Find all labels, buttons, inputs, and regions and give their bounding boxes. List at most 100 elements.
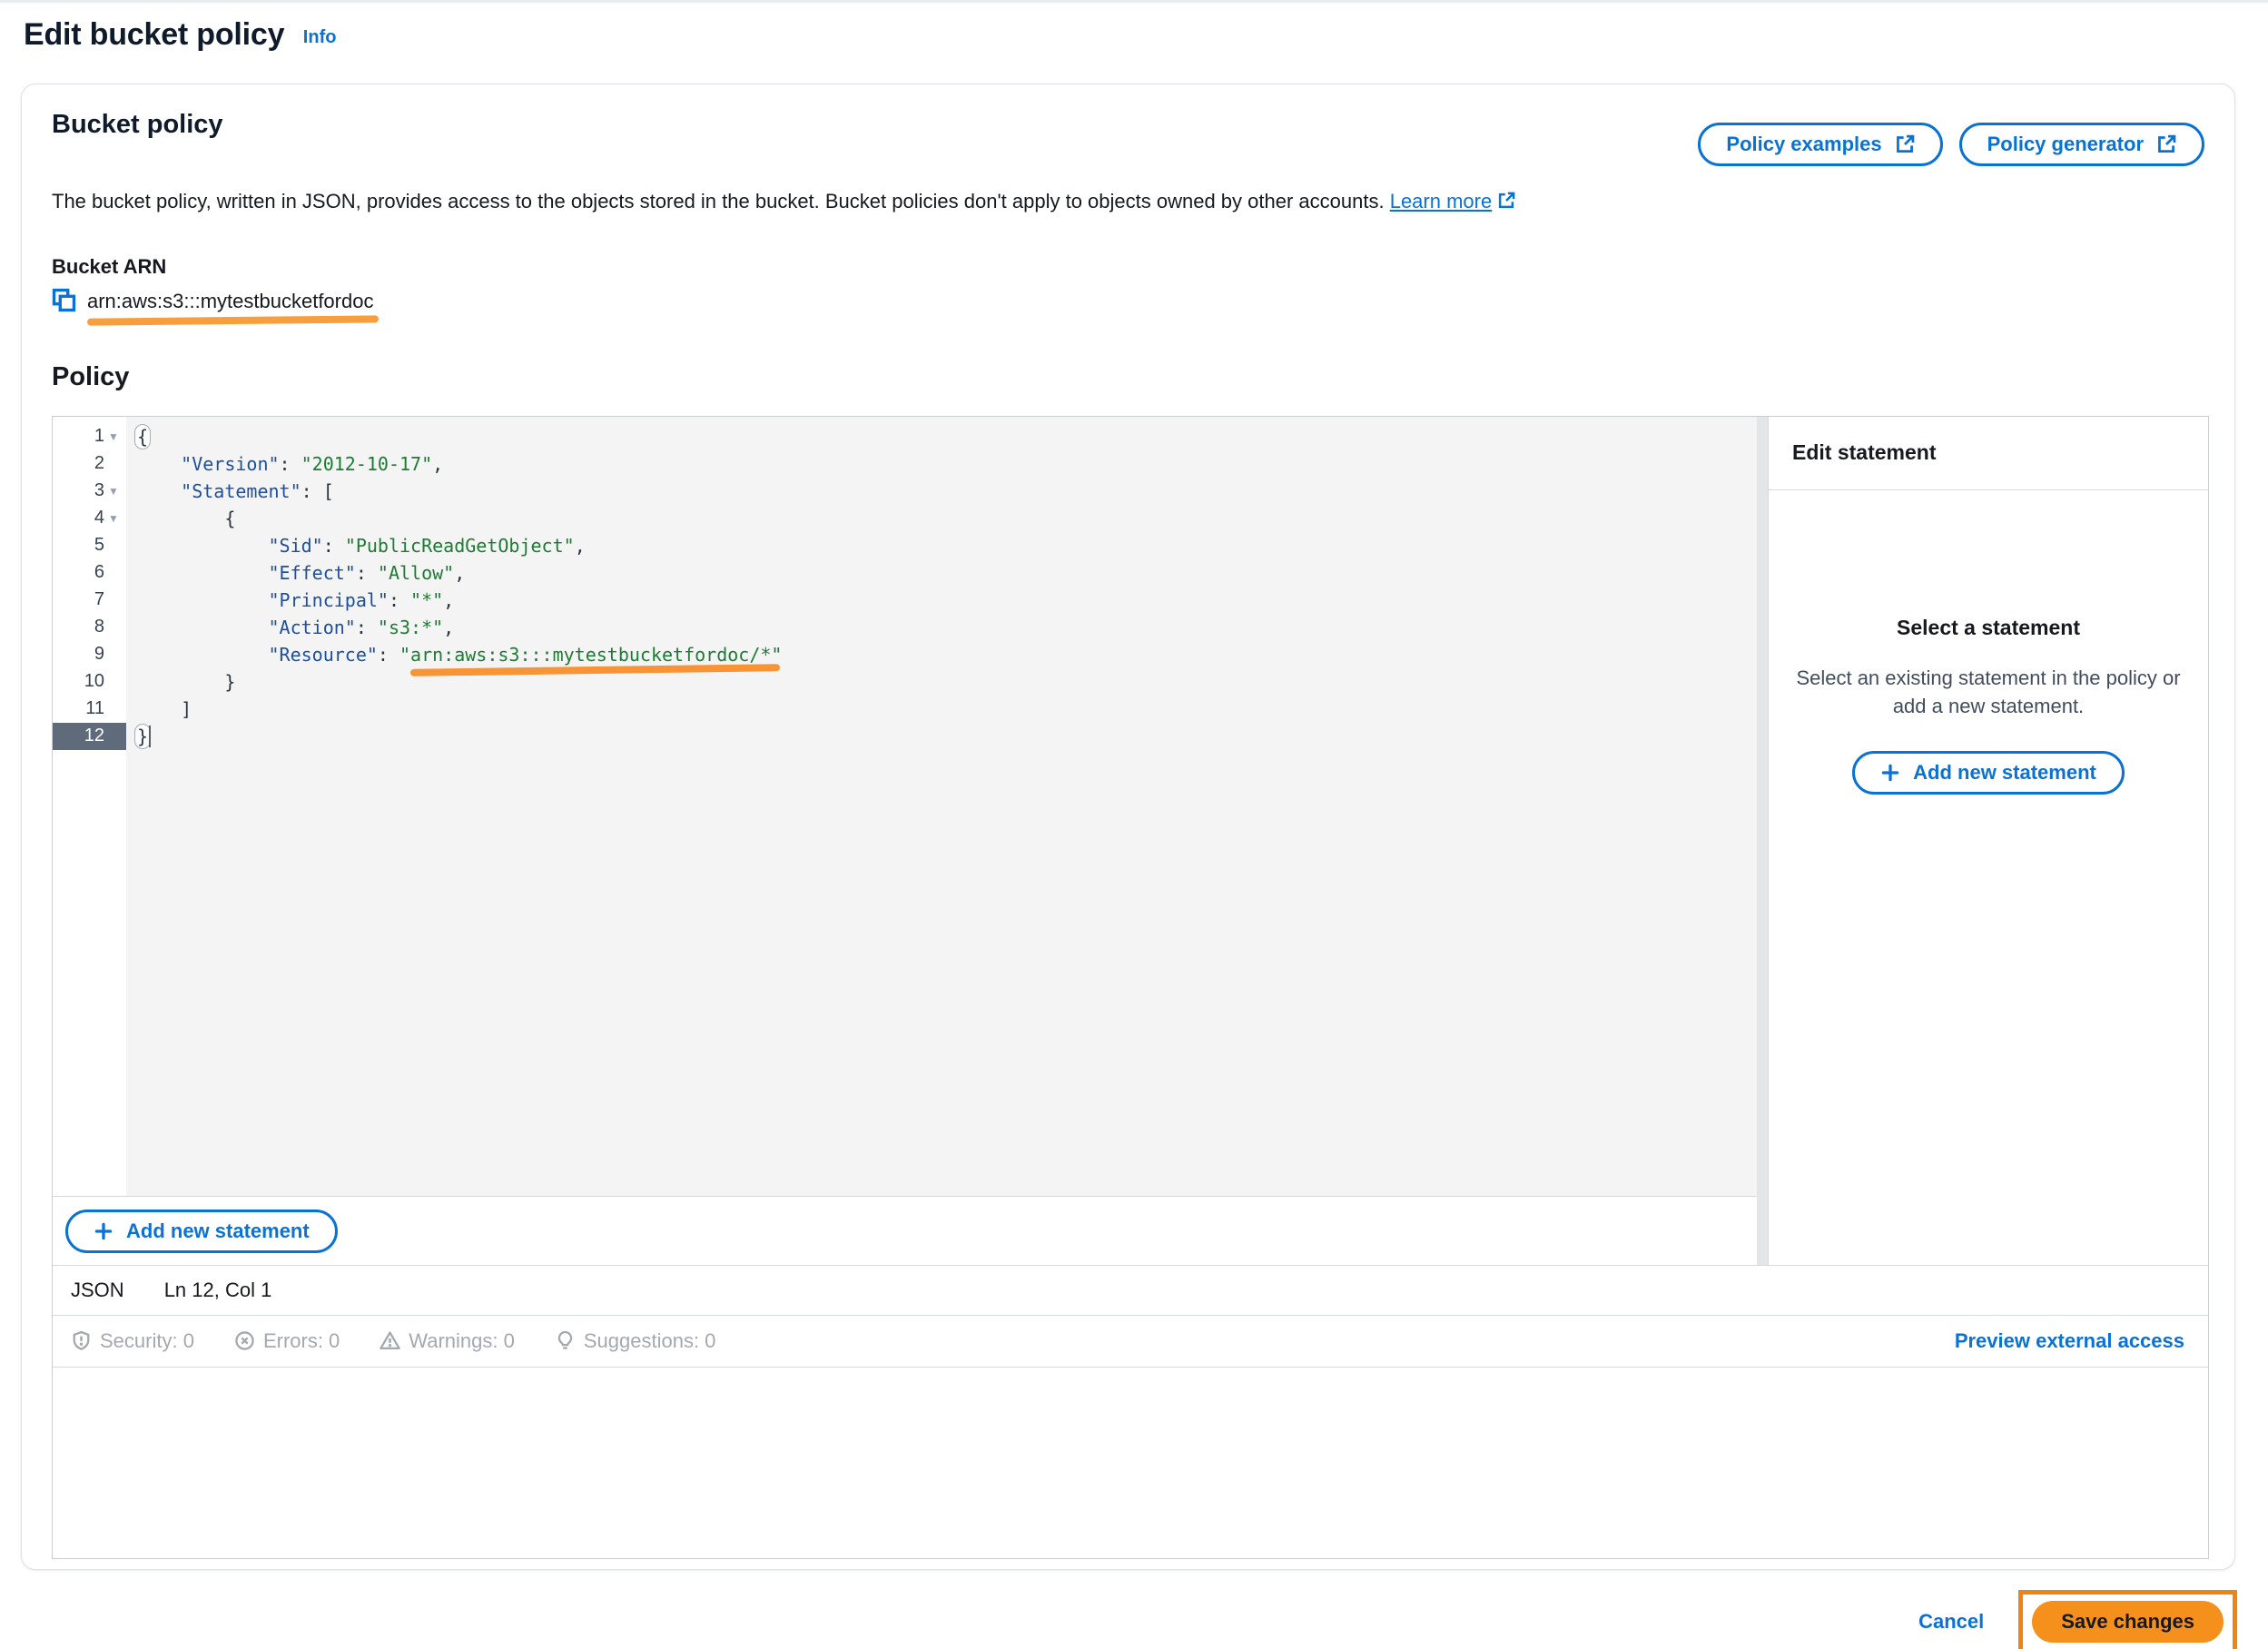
bucket-arn-value: arn:aws:s3:::mytestbucketfordoc bbox=[87, 290, 373, 313]
line-number: 10 bbox=[84, 671, 104, 692]
code-token: { bbox=[134, 424, 151, 449]
line-number: 4 bbox=[94, 508, 104, 528]
external-link-icon bbox=[1895, 134, 1915, 154]
code-line-3[interactable]: "Statement": [ bbox=[137, 478, 1757, 505]
add-new-statement-button[interactable]: Add new statement bbox=[65, 1210, 338, 1253]
code-line-8[interactable]: "Action": "s3:*", bbox=[137, 614, 1757, 641]
code-token bbox=[137, 480, 181, 502]
line-number: 8 bbox=[94, 617, 104, 637]
policy-generator-button[interactable]: Policy generator bbox=[1959, 123, 2204, 166]
line-number: 5 bbox=[94, 535, 104, 556]
page-title: Edit bucket policy bbox=[24, 17, 284, 52]
card-title: Bucket policy bbox=[52, 84, 223, 140]
edit-statement-body: Select a statement Select an existing st… bbox=[1769, 490, 2208, 795]
gutter-line-12: 12 bbox=[53, 723, 126, 750]
add-statement-row: Add new statement bbox=[53, 1198, 1757, 1265]
editor-scrollbar[interactable] bbox=[1757, 417, 1768, 1265]
bucket-arn-label: Bucket ARN bbox=[52, 255, 2204, 279]
code-token: "Action" bbox=[269, 617, 356, 638]
policy-section-label: Policy bbox=[52, 362, 2204, 392]
copy-arn-button[interactable] bbox=[52, 288, 76, 315]
code-line-11[interactable]: ] bbox=[137, 696, 1757, 723]
validation-messages-area bbox=[53, 1367, 2208, 1558]
info-link[interactable]: Info bbox=[303, 27, 337, 47]
external-link-icon bbox=[1497, 190, 1515, 217]
fold-toggle-icon[interactable]: ▼ bbox=[104, 478, 123, 505]
external-link-icon bbox=[2156, 134, 2176, 154]
cursor-position: Ln 12, Col 1 bbox=[164, 1279, 272, 1302]
warnings-status: Warnings: 0 bbox=[380, 1329, 515, 1353]
card-description: The bucket policy, written in JSON, prov… bbox=[52, 188, 2204, 217]
bucket-policy-card-inner: Bucket policy Policy examples Policy gen… bbox=[22, 84, 2234, 1569]
line-number: 2 bbox=[94, 453, 104, 474]
code-token: "Statement" bbox=[181, 480, 301, 502]
line-number: 6 bbox=[94, 562, 104, 583]
code-line-2[interactable]: "Version": "2012-10-17", bbox=[137, 450, 1757, 478]
save-changes-annotation-box: Save changes bbox=[2018, 1590, 2237, 1649]
code-line-9[interactable]: "Resource": "arn:aws:s3:::mytestbucketfo… bbox=[137, 641, 1757, 668]
bucket-arn-row: arn:aws:s3:::mytestbucketfordoc bbox=[52, 288, 2204, 315]
security-status: Security: 0 bbox=[71, 1329, 194, 1353]
cancel-button[interactable]: Cancel bbox=[1918, 1610, 1984, 1634]
gutter-line-4: 4▼ bbox=[53, 505, 126, 532]
gutter-line-9: 9 bbox=[53, 641, 126, 668]
preview-external-access-link[interactable]: Preview external access bbox=[1955, 1329, 2184, 1353]
line-number: 1 bbox=[94, 426, 104, 447]
code-token: : bbox=[389, 589, 410, 611]
suggestions-status: Suggestions: 0 bbox=[555, 1329, 716, 1353]
code-token: , bbox=[454, 562, 465, 584]
text-cursor bbox=[149, 726, 151, 747]
code-token: : [ bbox=[301, 480, 334, 502]
line-number: 12 bbox=[84, 726, 104, 746]
code-token: } bbox=[137, 671, 235, 693]
code-token: "Sid" bbox=[269, 535, 323, 557]
code-token: "PublicReadGetObject" bbox=[345, 535, 575, 557]
code-lines[interactable]: { "Version": "2012-10-17", "Statement": … bbox=[126, 417, 1757, 1196]
code-token: , bbox=[443, 589, 454, 611]
gutter-line-2: 2 bbox=[53, 450, 126, 478]
select-statement-title: Select a statement bbox=[1897, 616, 2080, 640]
code-line-12[interactable]: } bbox=[137, 723, 1757, 750]
warnings-count: Warnings: 0 bbox=[409, 1329, 515, 1353]
plus-icon bbox=[1880, 763, 1900, 783]
card-header-row: Bucket policy Policy examples Policy gen… bbox=[52, 84, 2204, 166]
code-token: : bbox=[356, 562, 378, 584]
save-changes-button[interactable]: Save changes bbox=[2032, 1601, 2224, 1643]
gutter-line-5: 5 bbox=[53, 532, 126, 559]
line-number: 9 bbox=[94, 644, 104, 665]
plus-icon bbox=[94, 1221, 113, 1241]
policy-examples-button[interactable]: Policy examples bbox=[1698, 123, 1942, 166]
page-header: Edit bucket policy Info bbox=[0, 3, 2268, 53]
footer-actions: Cancel Save changes bbox=[1918, 1590, 2237, 1649]
code-token: ] bbox=[137, 698, 192, 720]
gutter-line-1: 1▼ bbox=[53, 423, 126, 450]
code-token: , bbox=[575, 535, 586, 557]
learn-more-label: Learn more bbox=[1390, 190, 1493, 212]
code-token bbox=[137, 453, 181, 475]
security-count: Security: 0 bbox=[100, 1329, 194, 1353]
edit-statement-title: Edit statement bbox=[1769, 417, 2208, 490]
editor-status-bar: JSON Ln 12, Col 1 bbox=[53, 1265, 2208, 1315]
code-line-5[interactable]: "Sid": "PublicReadGetObject", bbox=[137, 532, 1757, 559]
fold-toggle-icon[interactable]: ▼ bbox=[104, 505, 123, 532]
line-number: 11 bbox=[85, 698, 104, 719]
add-new-statement-button-panel[interactable]: Add new statement bbox=[1852, 751, 2125, 795]
learn-more-link[interactable]: Learn more bbox=[1390, 190, 1516, 212]
code-token: "Principal" bbox=[269, 589, 389, 611]
edit-statement-panel: Edit statement Select a statement Select… bbox=[1768, 417, 2208, 1265]
code-token: : bbox=[280, 453, 301, 475]
gutter-line-3: 3▼ bbox=[53, 478, 126, 505]
code-token: : bbox=[356, 617, 378, 638]
code-line-6[interactable]: "Effect": "Allow", bbox=[137, 559, 1757, 587]
code-token: "Resource" bbox=[269, 644, 378, 666]
code-line-10[interactable]: } bbox=[137, 668, 1757, 696]
code-token bbox=[137, 535, 269, 557]
code-line-4[interactable]: { bbox=[137, 505, 1757, 532]
lightbulb-icon bbox=[555, 1330, 576, 1351]
code-token bbox=[137, 589, 269, 611]
code-line-1[interactable]: { bbox=[137, 423, 1757, 450]
code-line-7[interactable]: "Principal": "*", bbox=[137, 587, 1757, 614]
line-number: 7 bbox=[94, 589, 104, 610]
code-token: { bbox=[137, 508, 235, 529]
fold-toggle-icon[interactable]: ▼ bbox=[104, 423, 123, 450]
